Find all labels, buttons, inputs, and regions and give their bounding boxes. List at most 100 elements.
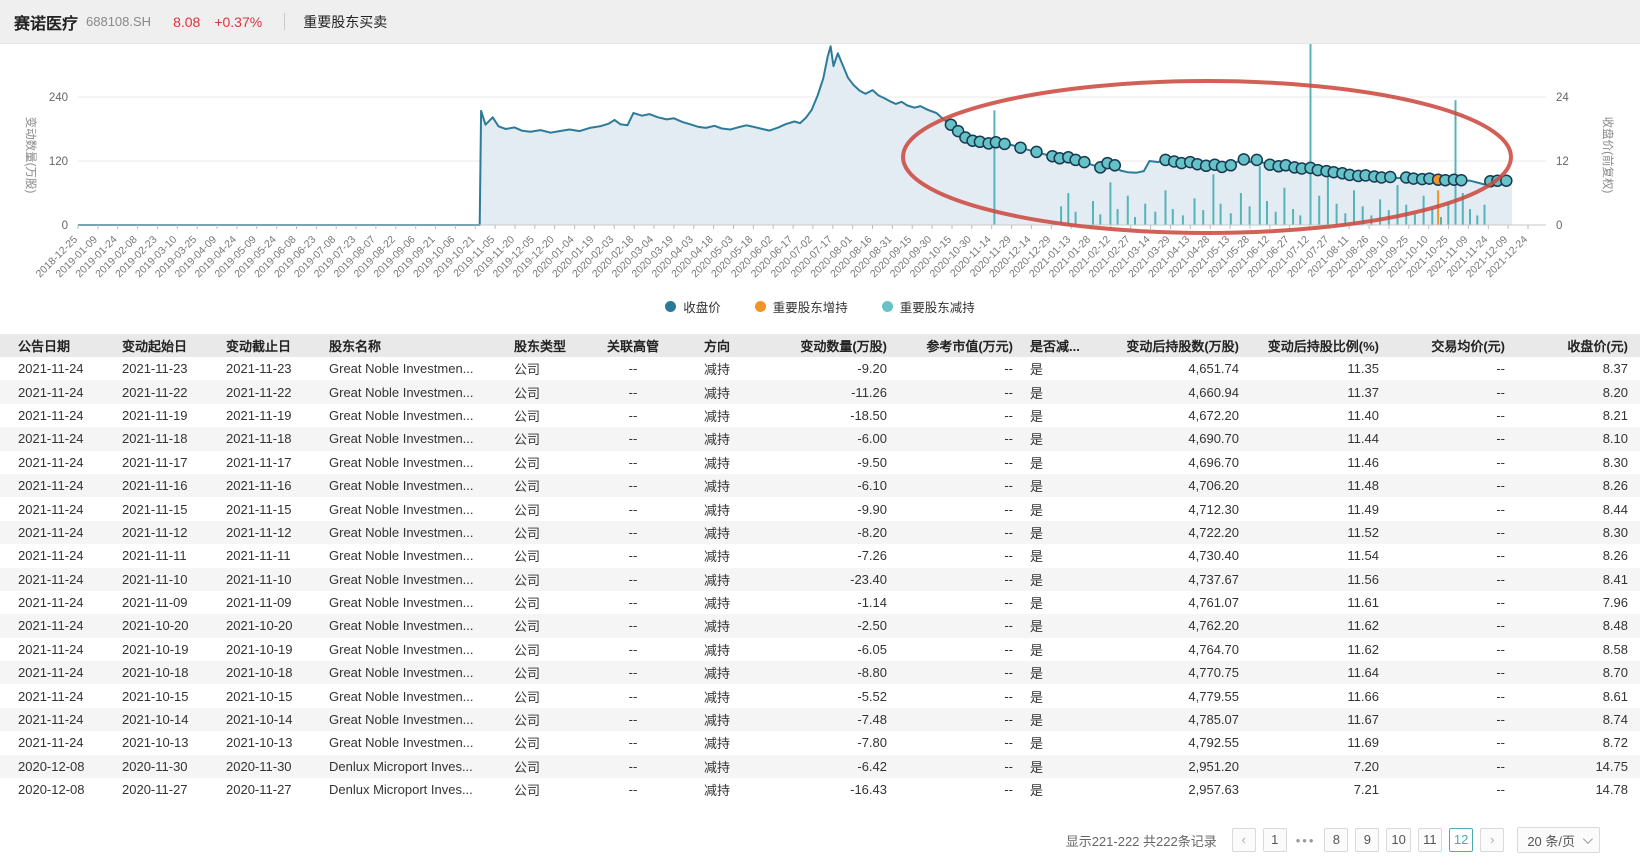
- page-button-1[interactable]: 1: [1263, 828, 1287, 852]
- page-button-10[interactable]: 10: [1386, 828, 1410, 852]
- table-cell: 2021-11-17: [222, 451, 325, 474]
- table-cell: 11.48: [1239, 474, 1379, 497]
- legend-item[interactable]: 重要股东增持: [755, 297, 848, 316]
- table-cell: 是: [1013, 684, 1110, 707]
- table-cell: 8.20: [1505, 380, 1640, 403]
- table-cell: 8.41: [1505, 568, 1640, 591]
- decrease-marker: [1456, 175, 1467, 186]
- column-header: 变动起始日: [118, 334, 222, 357]
- legend-item[interactable]: 收盘价: [665, 297, 721, 316]
- legend-item[interactable]: 重要股东减持: [882, 297, 975, 316]
- table-cell: 4,762.20: [1110, 614, 1239, 637]
- table-cell: -6.00: [762, 427, 887, 450]
- table-cell: 是: [1013, 778, 1110, 801]
- stock-name: 赛诺医疗: [14, 10, 78, 34]
- table-cell: 4,651.74: [1110, 357, 1239, 380]
- table-cell: Denlux Microport Inves...: [325, 778, 510, 801]
- table-cell: 8.37: [1505, 357, 1640, 380]
- table-cell: 8.26: [1505, 474, 1640, 497]
- table-cell: 是: [1013, 474, 1110, 497]
- table-cell: 2021-11-24: [0, 661, 118, 684]
- table-cell: 2021-11-15: [118, 497, 222, 520]
- table-cell: 11.54: [1239, 544, 1379, 567]
- table-cell: --: [887, 661, 1013, 684]
- table-cell: 减持: [672, 778, 762, 801]
- table-cell: --: [1379, 404, 1505, 427]
- table-cell: --: [887, 731, 1013, 754]
- column-header: 公告日期: [0, 334, 118, 357]
- table-cell: 8.74: [1505, 708, 1640, 731]
- table-cell: 公司: [510, 638, 594, 661]
- table-cell: 2021-11-24: [0, 474, 118, 497]
- prev-page-button[interactable]: ‹: [1232, 828, 1256, 852]
- table-cell: -9.50: [762, 451, 887, 474]
- table-cell: 2,957.63: [1110, 778, 1239, 801]
- page-size-select[interactable]: 20 条/页: [1517, 827, 1600, 853]
- svg-text:变动数量(万股): 变动数量(万股): [24, 117, 38, 194]
- table-header-row: 公告日期变动起始日变动截止日股东名称股东类型关联高管方向变动数量(万股)参考市值…: [0, 334, 1640, 357]
- table-cell: 减持: [672, 451, 762, 474]
- table-row: 2021-11-242021-11-112021-11-11Great Nobl…: [0, 544, 1640, 567]
- table-cell: --: [594, 521, 672, 544]
- table-cell: 2021-11-11: [222, 544, 325, 567]
- table-cell: Great Noble Investmen...: [325, 708, 510, 731]
- table-cell: 公司: [510, 684, 594, 707]
- table-cell: -18.50: [762, 404, 887, 427]
- next-page-button[interactable]: ›: [1480, 828, 1504, 852]
- table-cell: --: [887, 568, 1013, 591]
- table-cell: -11.26: [762, 380, 887, 403]
- table-cell: -6.05: [762, 638, 887, 661]
- table-cell: 2021-11-24: [0, 544, 118, 567]
- table-cell: 是: [1013, 661, 1110, 684]
- stock-change-percent: +0.37%: [214, 14, 262, 30]
- table-cell: 是: [1013, 638, 1110, 661]
- decrease-marker: [1109, 160, 1120, 171]
- table-cell: 减持: [672, 708, 762, 731]
- table-cell: 公司: [510, 544, 594, 567]
- table-cell: --: [594, 661, 672, 684]
- page-button-11[interactable]: 11: [1418, 828, 1442, 852]
- table-cell: Great Noble Investmen...: [325, 497, 510, 520]
- table-cell: --: [594, 404, 672, 427]
- table-cell: --: [594, 357, 672, 380]
- table-cell: 2020-11-27: [222, 778, 325, 801]
- table-cell: 2021-10-14: [118, 708, 222, 731]
- table-cell: 4,785.07: [1110, 708, 1239, 731]
- table-row: 2021-11-242021-11-122021-11-12Great Nobl…: [0, 521, 1640, 544]
- table-cell: Great Noble Investmen...: [325, 380, 510, 403]
- decrease-marker: [1251, 154, 1262, 165]
- table-cell: -8.80: [762, 661, 887, 684]
- table-cell: --: [594, 708, 672, 731]
- table-cell: 11.62: [1239, 638, 1379, 661]
- table-cell: --: [594, 380, 672, 403]
- shareholder-trading-page: 赛诺医疗 688108.SH 8.08 +0.37% 重要股东买卖 2018-1…: [0, 0, 1640, 867]
- table-cell: Great Noble Investmen...: [325, 451, 510, 474]
- table-cell: 2021-11-18: [118, 427, 222, 450]
- table-cell: 2021-11-24: [0, 708, 118, 731]
- table-cell: 11.44: [1239, 427, 1379, 450]
- table-cell: --: [887, 427, 1013, 450]
- table-cell: -23.40: [762, 568, 887, 591]
- table-cell: 是: [1013, 404, 1110, 427]
- stock-code: 688108.SH: [86, 14, 151, 29]
- decrease-marker: [1031, 146, 1042, 157]
- table-cell: 2021-11-24: [0, 497, 118, 520]
- shareholder-trades-table: 公告日期变动起始日变动截止日股东名称股东类型关联高管方向变动数量(万股)参考市值…: [0, 334, 1640, 801]
- table-cell: 减持: [672, 638, 762, 661]
- table-cell: 2021-11-24: [0, 614, 118, 637]
- table-cell: 减持: [672, 755, 762, 778]
- table-cell: --: [887, 521, 1013, 544]
- table-cell: 8.72: [1505, 731, 1640, 754]
- table-cell: --: [594, 731, 672, 754]
- page-button-9[interactable]: 9: [1355, 828, 1379, 852]
- table-cell: 2021-11-10: [118, 568, 222, 591]
- tab-important-shareholder-trades[interactable]: 重要股东买卖: [303, 12, 387, 32]
- table-row: 2021-11-242021-11-152021-11-15Great Nobl…: [0, 497, 1640, 520]
- table-cell: --: [887, 614, 1013, 637]
- table-row: 2021-11-242021-11-192021-11-19Great Nobl…: [0, 404, 1640, 427]
- table-cell: 是: [1013, 451, 1110, 474]
- page-button-8[interactable]: 8: [1324, 828, 1348, 852]
- table-cell: 公司: [510, 357, 594, 380]
- table-cell: 减持: [672, 497, 762, 520]
- page-button-12[interactable]: 12: [1449, 828, 1473, 852]
